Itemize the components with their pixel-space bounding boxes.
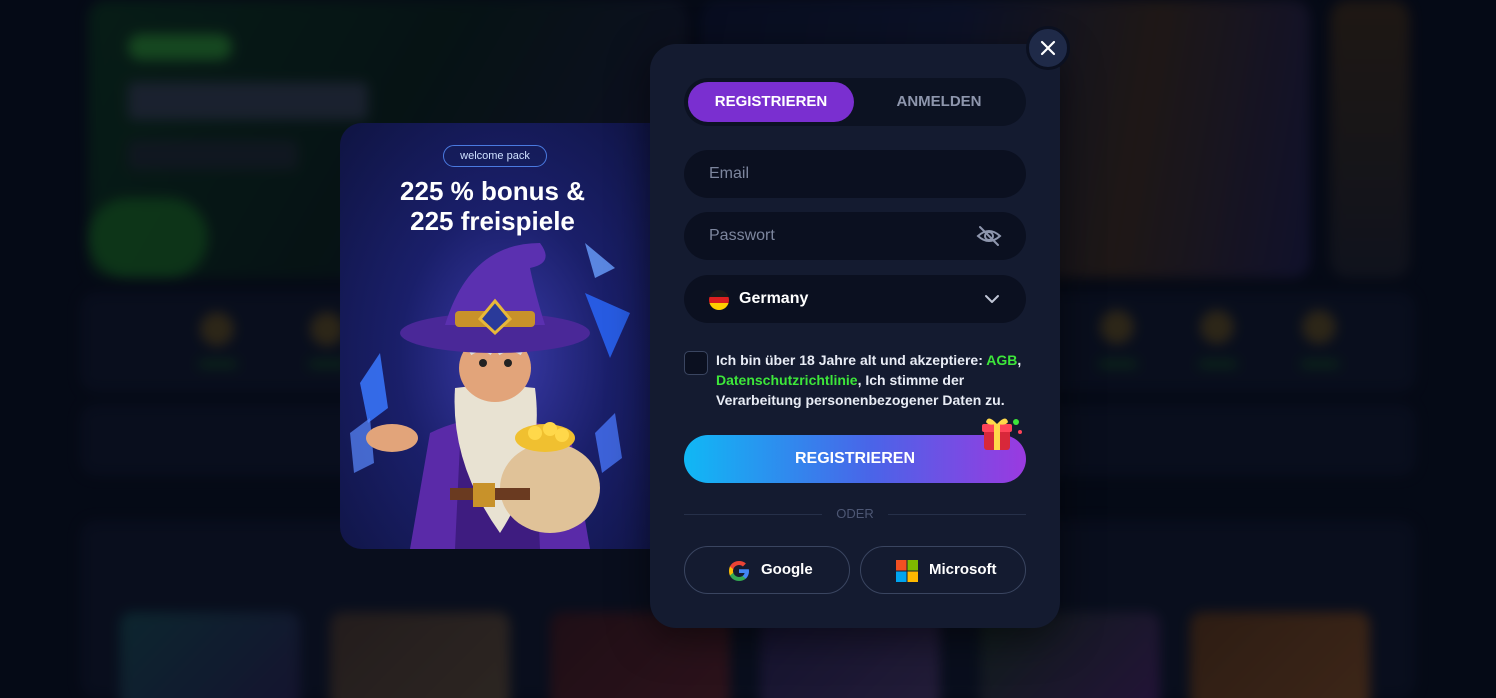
privacy-policy-link[interactable]: Datenschutzrichtlinie (716, 372, 858, 388)
email-input[interactable] (684, 150, 1026, 198)
google-login-button[interactable]: Google (684, 546, 850, 594)
registration-modal: REGISTRIEREN ANMELDEN Germany (650, 44, 1060, 628)
country-value: Germany (739, 290, 809, 307)
tab-login[interactable]: ANMELDEN (856, 82, 1022, 122)
email-field-wrapper (684, 150, 1026, 198)
google-icon (729, 561, 749, 581)
welcome-pack-badge: welcome pack (443, 145, 547, 167)
close-icon (1040, 40, 1056, 56)
gift-icon (982, 418, 1022, 450)
promo-headline-line2: 225 freispiele (410, 206, 575, 236)
close-modal-button[interactable] (1026, 26, 1070, 70)
consent-text: Ich bin über 18 Jahre alt und akzeptiere… (716, 352, 1022, 408)
microsoft-login-label: Microsoft (929, 561, 997, 578)
divider-right (888, 514, 1026, 515)
password-input[interactable] (684, 212, 1026, 260)
agb-link[interactable]: AGB (986, 352, 1017, 368)
promo-headline: 225 % bonus & 225 freispiele (340, 176, 645, 236)
country-select[interactable]: Germany (684, 275, 1026, 323)
registration-screen: welcome pack 225 % bonus & 225 freispiel… (0, 0, 1496, 698)
password-field-wrapper (684, 212, 1026, 260)
age-consent-checkbox[interactable] (684, 351, 708, 375)
welcome-promo-card: welcome pack 225 % bonus & 225 freispiel… (340, 123, 670, 549)
chevron-down-icon (985, 295, 999, 303)
wizard-illustration (350, 243, 630, 549)
microsoft-icon (896, 560, 918, 582)
flag-de-icon (709, 290, 729, 310)
promo-headline-line1: 225 % bonus & (400, 176, 585, 206)
register-submit-button[interactable]: REGISTRIEREN (684, 435, 1026, 483)
microsoft-login-button[interactable]: Microsoft (860, 546, 1026, 594)
tab-register[interactable]: REGISTRIEREN (688, 82, 854, 122)
google-login-label: Google (761, 561, 813, 578)
eye-off-icon[interactable] (976, 224, 1002, 248)
auth-tabs: REGISTRIEREN ANMELDEN (684, 78, 1026, 126)
